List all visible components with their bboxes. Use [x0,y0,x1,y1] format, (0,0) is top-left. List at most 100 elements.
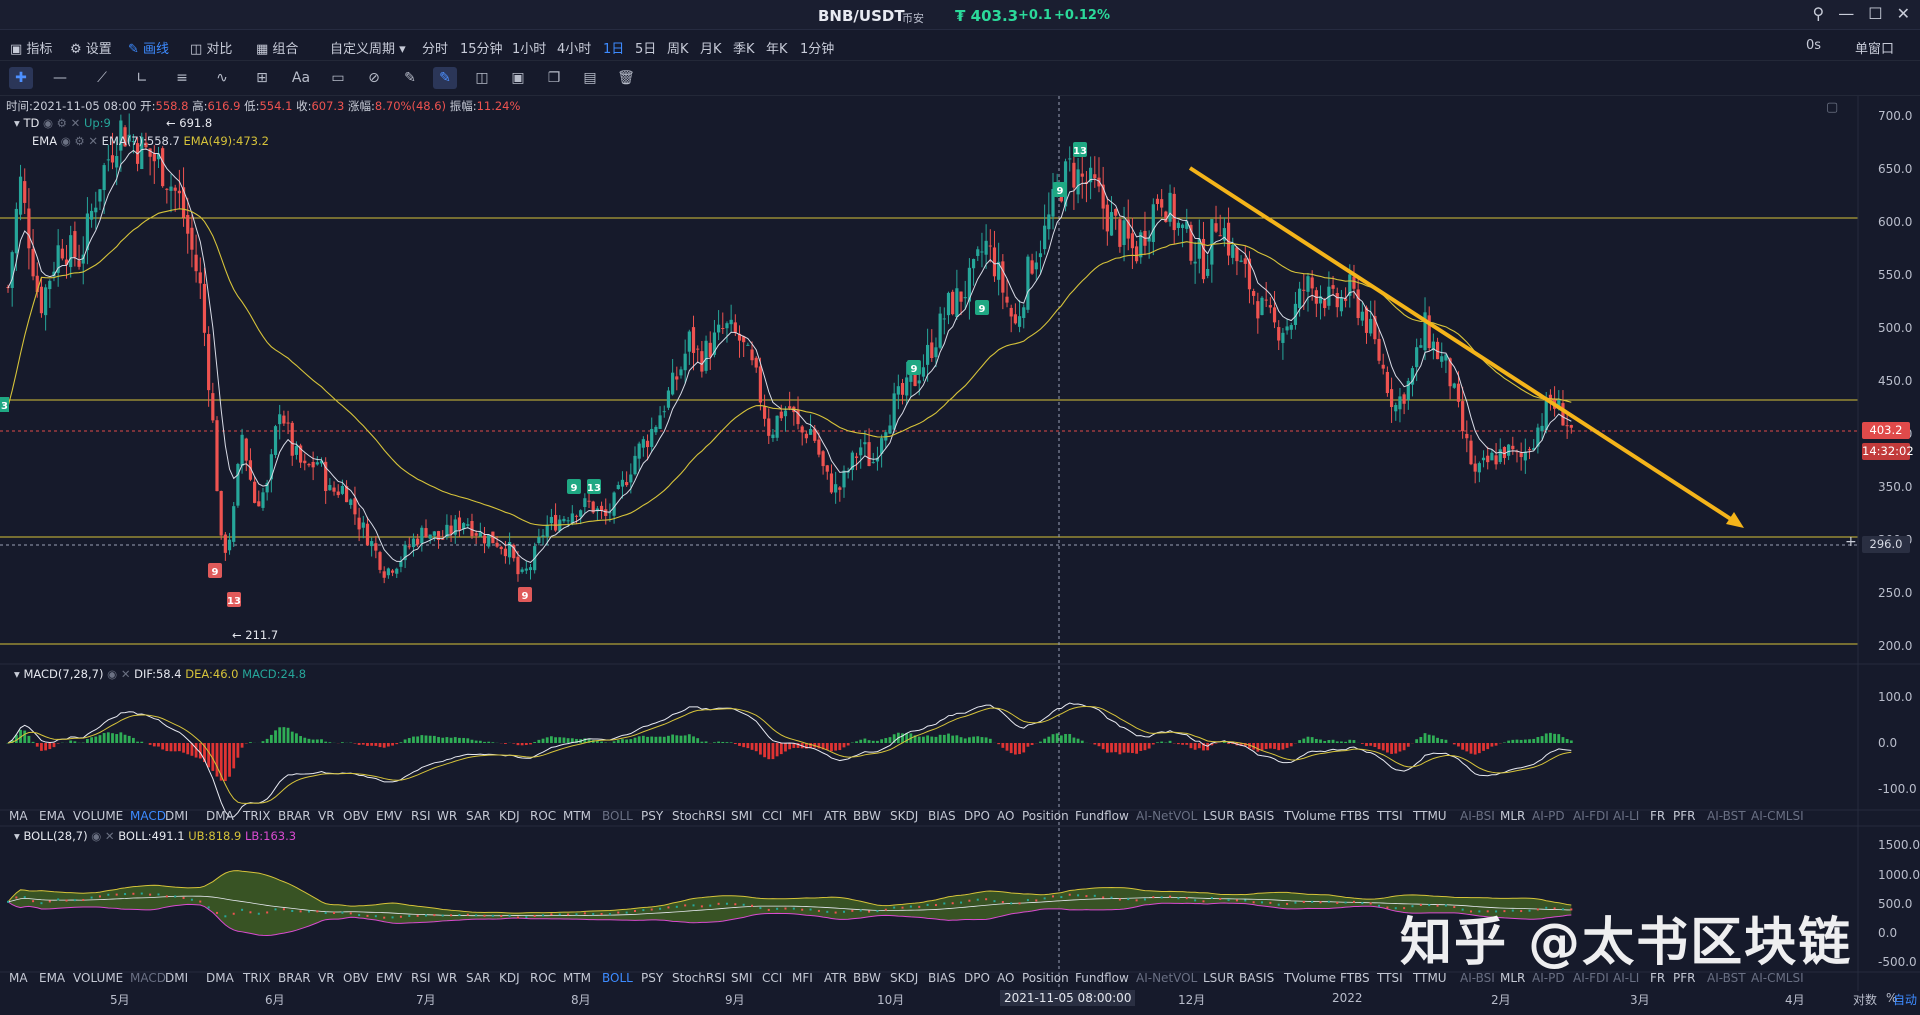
measure-tool-icon[interactable]: ⊞ [250,67,274,89]
delete-tool-icon[interactable]: 🗑 [614,67,638,89]
indicator-tab-ai-fdi[interactable]: AI-FDI [1573,809,1609,823]
indicator-tab-smi[interactable]: SMI [731,809,753,823]
indicator-tab-mlr[interactable]: MLR [1500,809,1525,823]
indicator-tab-dmi[interactable]: DMI [165,809,188,823]
indicator-tab-bias[interactable]: BIAS [928,809,956,823]
angle-tool-icon[interactable]: ∟ [130,67,154,89]
indicator-tab-ttmu[interactable]: TTMU [1413,809,1447,823]
indicator-tab-psy[interactable]: PSY [641,971,663,985]
indicator-tab-wr[interactable]: WR [437,971,457,985]
indicator-tab-fundflow[interactable]: Fundflow [1075,809,1129,823]
indicator-tab-tvolume[interactable]: TVolume [1284,809,1336,823]
indicator-tab-lsur[interactable]: LSUR [1203,971,1234,985]
indicator-tab-macd[interactable]: MACD [130,971,166,985]
ema-settings-icon[interactable]: ◉ ⚙ ✕ [61,134,98,148]
indicator-tab-atr[interactable]: ATR [824,809,847,823]
indicator-tab-dma[interactable]: DMA [206,971,234,985]
indicator-tab-emv[interactable]: EMV [376,971,402,985]
indicator-tab-skdj[interactable]: SKDJ [890,971,918,985]
auto-scale-toggle[interactable]: 自动 [1893,991,1917,1008]
indicator-tab-bias[interactable]: BIAS [928,971,956,985]
indicator-tab-boll[interactable]: BOLL [602,809,633,823]
candle-tool-icon[interactable]: ◫ [470,67,494,89]
period-1h[interactable]: 1小时 [512,38,546,57]
indicator-tab-emv[interactable]: EMV [376,809,402,823]
indicator-tab-sar[interactable]: SAR [466,971,490,985]
period-custom[interactable]: 自定义周期 ▾ [330,38,406,57]
add-alert-icon[interactable]: + [1845,534,1857,550]
period-15m[interactable]: 15分钟 [460,38,503,57]
indicator-tab-dmi[interactable]: DMI [165,971,188,985]
menu-drawing[interactable]: ✎ 画线 [128,38,169,57]
draw-mode-icon[interactable]: ✎ [433,67,457,89]
indicator-tab-ai-netvol[interactable]: AI-NetVOL [1136,809,1197,823]
search-icon[interactable]: ⚲ [1813,4,1825,23]
indicator-tab-rsi[interactable]: RSI [411,971,431,985]
indicator-tab-ao[interactable]: AO [997,809,1014,823]
indicator-tab-volume[interactable]: VOLUME [73,809,123,823]
indicator-tab-vr[interactable]: VR [318,971,335,985]
horizontal-line-tool-icon[interactable]: — [48,67,72,89]
indicator-tab-ema[interactable]: EMA [39,809,65,823]
indicator-tab-wr[interactable]: WR [437,809,457,823]
eye-icon[interactable]: ◉ ⚙ ✕ [43,116,80,130]
indicator-tab-macd[interactable]: MACD [130,809,166,823]
indicator-tab-dpo[interactable]: DPO [964,809,990,823]
indicator-tab-ai-li[interactable]: AI-LI [1613,809,1639,823]
magnet-tool-icon[interactable]: ⊘ [362,67,386,89]
period-year[interactable]: 年K [766,38,788,57]
indicator-tab-basis[interactable]: BASIS [1239,971,1274,985]
indicator-tab-trix[interactable]: TRIX [243,809,270,823]
indicator-tab-smi[interactable]: SMI [731,971,753,985]
td-collapse-icon[interactable]: ▾ [14,116,20,130]
period-4h[interactable]: 4小时 [557,38,591,57]
indicator-tab-cci[interactable]: CCI [762,809,782,823]
indicator-tab-roc[interactable]: ROC [530,809,556,823]
indicator-tab-boll[interactable]: BOLL [602,971,633,985]
period-1m[interactable]: 1分钟 [800,38,834,57]
indicator-tab-kdj[interactable]: KDJ [499,809,520,823]
indicator-tab-ai-bsi[interactable]: AI-BSI [1460,809,1495,823]
close-icon[interactable]: ✕ [1897,4,1910,23]
indicator-tab-brar[interactable]: BRAR [278,971,311,985]
indicator-tab-lsur[interactable]: LSUR [1203,809,1234,823]
indicator-tab-ema[interactable]: EMA [39,971,65,985]
indicator-tab-volume[interactable]: VOLUME [73,971,123,985]
channel-tool-icon[interactable]: ≡ [170,67,194,89]
indicator-tab-skdj[interactable]: SKDJ [890,809,918,823]
refresh-interval[interactable]: 0s [1806,38,1821,53]
indicator-tab-vr[interactable]: VR [318,809,335,823]
indicator-tab-cci[interactable]: CCI [762,971,782,985]
period-5d[interactable]: 5日 [635,38,656,57]
indicator-tab-tvolume[interactable]: TVolume [1284,971,1336,985]
indicator-tab-ftbs[interactable]: FTBS [1340,971,1370,985]
indicator-tab-kdj[interactable]: KDJ [499,971,520,985]
indicator-tab-ai-cmlsi[interactable]: AI-CMLSI [1751,809,1804,823]
indicator-tab-roc[interactable]: ROC [530,971,556,985]
boll-settings-icon[interactable]: ◉ ✕ [91,829,114,843]
indicator-tab-stochrsi[interactable]: StochRSI [672,971,725,985]
indicator-tab-position[interactable]: Position [1022,809,1069,823]
indicator-tab-pfr[interactable]: PFR [1673,809,1695,823]
indicator-tab-trix[interactable]: TRIX [243,971,270,985]
indicator-tab-ao[interactable]: AO [997,971,1014,985]
ruler-tool-icon[interactable]: ▭ [326,67,350,89]
indicator-tab-stochrsi[interactable]: StochRSI [672,809,725,823]
log-scale-toggle[interactable]: 对数 [1853,991,1877,1008]
indicator-tab-ai-pd[interactable]: AI-PD [1532,809,1565,823]
menu-settings[interactable]: ⚙ 设置 [70,38,112,57]
indicator-tab-sar[interactable]: SAR [466,809,490,823]
period-1d[interactable]: 1日 [603,38,624,57]
indicator-tab-mfi[interactable]: MFI [792,809,813,823]
edit-tool-icon[interactable]: ▤ [578,67,602,89]
indicator-tab-mtm[interactable]: MTM [563,809,591,823]
period-tick[interactable]: 分时 [422,38,448,57]
indicator-tab-ttsi[interactable]: TTSI [1377,809,1403,823]
boll-collapse-icon[interactable]: ▾ [14,829,20,843]
indicator-tab-obv[interactable]: OBV [343,809,369,823]
indicator-tab-fr[interactable]: FR [1650,809,1665,823]
fullscreen-icon[interactable]: ▢ [1826,100,1838,115]
minimize-icon[interactable]: — [1838,4,1854,23]
indicator-tab-bbw[interactable]: BBW [853,971,881,985]
indicator-tab-ma[interactable]: MA [9,971,28,985]
